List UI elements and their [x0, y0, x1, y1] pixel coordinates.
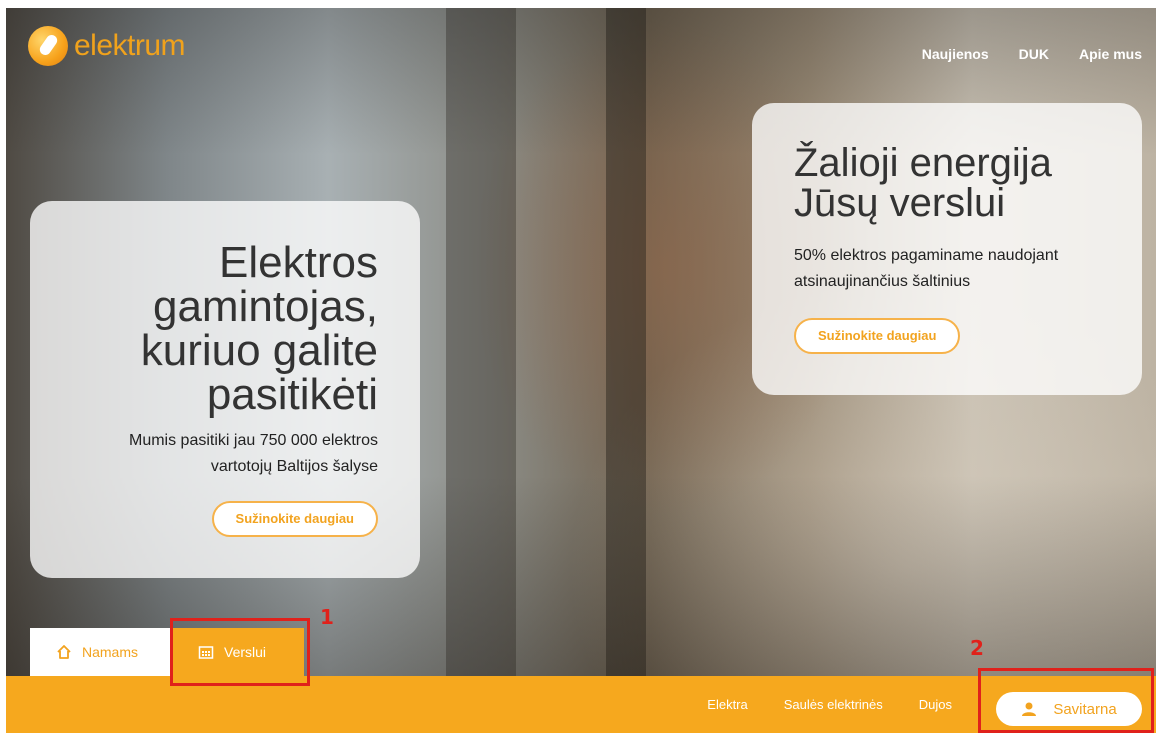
- hero-left-text: Mumis pasitiki jau 750 000 elektros vart…: [58, 428, 378, 480]
- hero-right-title-line: Žalioji energija: [794, 141, 1052, 185]
- tab-namams[interactable]: Namams: [30, 628, 172, 676]
- learn-more-button-left[interactable]: Sužinokite daugiau: [211, 501, 378, 537]
- hero-card-left: Elektros gamintojas, kuriuo galite pasit…: [30, 201, 420, 578]
- hero-left-text-line: vartotojų Baltijos šalyse: [210, 458, 378, 475]
- hero-left-title-line: kuriuo galite: [140, 326, 378, 375]
- top-nav: Naujienos DUK Apie mus: [922, 46, 1142, 62]
- bottom-nav-saules-elektrines[interactable]: Saulės elektrinės: [784, 697, 883, 712]
- hero-banner: elektrum Naujienos DUK Apie mus Elektros…: [6, 8, 1156, 676]
- hero-card-right: Žalioji energija Jūsų verslui 50% elektr…: [752, 103, 1142, 395]
- hero-left-title-line: pasitikėti: [206, 370, 378, 419]
- hero-left-title: Elektros gamintojas, kuriuo galite pasit…: [58, 241, 378, 417]
- nav-link-duk[interactable]: DUK: [1019, 46, 1049, 62]
- logo-icon: [28, 26, 68, 66]
- home-icon: [57, 645, 71, 659]
- hero-left-title-line: Elektros: [219, 238, 378, 287]
- hero-left-text-line: Mumis pasitiki jau 750 000 elektros: [128, 432, 378, 449]
- hero-right-title: Žalioji energija Jūsų verslui: [794, 143, 1052, 223]
- tab-namams-label: Namams: [82, 644, 139, 660]
- nav-link-apie-mus[interactable]: Apie mus: [1079, 46, 1142, 62]
- nav-link-naujienos[interactable]: Naujienos: [922, 46, 989, 62]
- hero-right-text-line: 50% elektros pagaminame naudojant: [794, 247, 1059, 264]
- annotation-number-1: 1: [320, 605, 334, 629]
- annotation-number-2: 2: [970, 636, 984, 660]
- bottom-nav-elektra[interactable]: Elektra: [707, 697, 747, 712]
- annotation-box-1: [170, 618, 310, 686]
- page: elektrum Naujienos DUK Apie mus Elektros…: [6, 8, 1156, 733]
- bottom-nav-links: Elektra Saulės elektrinės Dujos: [707, 676, 952, 733]
- brand-logo[interactable]: elektrum: [28, 26, 186, 66]
- brand-name: elektrum: [74, 29, 186, 62]
- hero-right-text: 50% elektros pagaminame naudojant atsina…: [794, 243, 1124, 295]
- hero-left-title-line: gamintojas,: [152, 282, 378, 331]
- hero-right-title-line: Jūsų verslui: [794, 181, 1006, 225]
- bottom-nav-dujos[interactable]: Dujos: [919, 697, 952, 712]
- annotation-box-2: [978, 668, 1154, 733]
- learn-more-button-right[interactable]: Sužinokite daugiau: [794, 318, 961, 354]
- hero-right-text-line: atsinaujinančius šaltinius: [794, 273, 971, 290]
